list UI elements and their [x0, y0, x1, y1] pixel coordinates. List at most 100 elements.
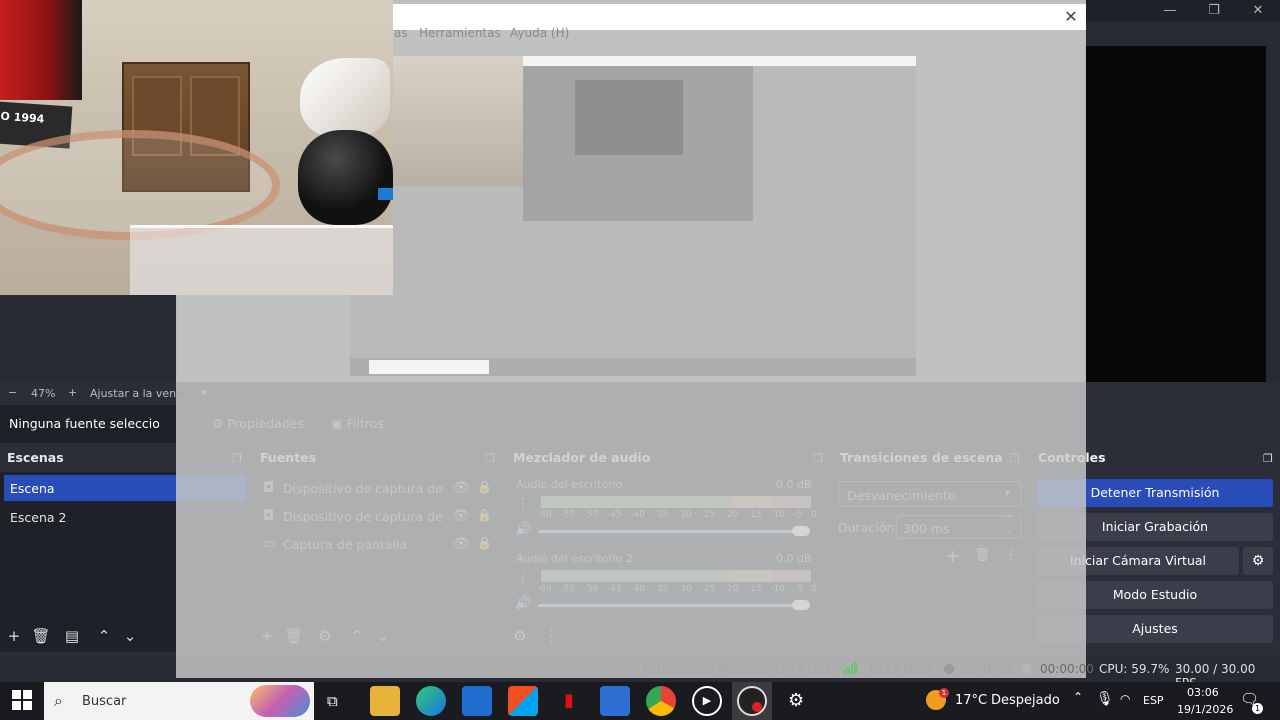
zoom-in-button[interactable]: + — [68, 386, 77, 399]
task-view-icon[interactable]: ⧉ — [327, 692, 338, 710]
scene-item[interactable]: Escena 2 — [4, 504, 176, 530]
chevron-up-icon[interactable]: ⌃ — [1073, 690, 1083, 704]
dialog-menu-partial[interactable]: as — [394, 26, 408, 44]
scale-tick: -55 — [560, 584, 576, 594]
edge-icon[interactable] — [416, 686, 446, 716]
webcam-blue-object — [378, 188, 393, 200]
preview-canvas[interactable] — [1086, 46, 1266, 384]
transition-select[interactable]: Desvanecimiento ▾ — [838, 481, 1021, 507]
chrome-icon[interactable] — [646, 686, 676, 716]
scene-filters-icon[interactable]: ▤ — [62, 626, 82, 646]
volume-slider[interactable] — [538, 530, 806, 533]
transition-menu-icon[interactable]: ⋮ — [1004, 547, 1018, 563]
mixer-menu-icon[interactable]: ⋮ — [542, 626, 562, 646]
move-source-down-icon[interactable]: ⌄ — [373, 626, 393, 646]
source-item[interactable]: Captura de pantalla — [283, 537, 407, 552]
remove-transition-icon[interactable]: 🗑 — [974, 548, 991, 563]
move-scene-up-icon[interactable]: ⌃ — [94, 626, 114, 646]
scene-item[interactable]: Escena — [4, 475, 246, 501]
add-transition-icon[interactable]: + — [945, 546, 960, 567]
microphone-icon[interactable]: 🎙 — [1096, 691, 1114, 707]
language-indicator[interactable]: ESP — [1143, 694, 1164, 707]
mixer-advanced-icon[interactable]: ⚙ — [510, 626, 530, 646]
add-source-icon[interactable]: + — [257, 626, 277, 646]
dialog-menu-tools[interactable]: Herramientas — [419, 26, 501, 44]
speaker-icon[interactable]: 🔊 — [515, 596, 531, 611]
clock-date[interactable]: 19/1/2026 — [1177, 703, 1233, 716]
visibility-eye-icon[interactable]: 👁 — [452, 480, 470, 496]
minimize-button[interactable]: — — [1148, 0, 1192, 20]
stop-streaming-button[interactable]: Detener Transmisión — [1037, 479, 1273, 507]
fit-dropdown-chevron-icon[interactable]: ▾ — [201, 386, 207, 399]
filters-button[interactable]: ▣ Filtros — [331, 416, 384, 431]
document-icon[interactable] — [600, 686, 630, 716]
webcam-video: O 1994 — [0, 0, 393, 295]
virtual-camera-settings-icon[interactable]: ⚙ — [1243, 547, 1273, 575]
settings-button[interactable]: Ajustes — [1037, 615, 1273, 643]
remove-source-icon[interactable]: 🗑 — [284, 626, 304, 646]
stream-status-icon — [944, 664, 954, 674]
windows-start-icon[interactable] — [12, 690, 32, 710]
remove-scene-icon[interactable]: 🗑 — [31, 626, 51, 646]
settings-gear-icon[interactable]: ⚙ — [788, 690, 804, 711]
start-recording-button[interactable]: Iniciar Grabación — [1037, 513, 1273, 541]
lock-icon[interactable]: 🔒 — [477, 508, 492, 522]
taskbar-search[interactable]: ⌕ Buscar — [44, 682, 314, 720]
scale-tick: -15 — [746, 584, 762, 594]
dropped-frames: Fotogramas Perdidos 1947 (2.3%) — [643, 662, 847, 676]
volume-slider-handle[interactable] — [792, 600, 810, 610]
source-item[interactable]: Dispositivo de captura de video — [283, 481, 445, 496]
lock-icon[interactable]: 🔒 — [477, 536, 492, 550]
move-scene-down-icon[interactable]: ⌄ — [120, 626, 140, 646]
transitions-header: Transiciones de escena — [840, 450, 1003, 465]
stepper-down-icon[interactable]: ⌄ — [1005, 525, 1013, 535]
speaker-icon[interactable]: 🔊 — [515, 522, 531, 537]
mixer-options-icon[interactable]: ⋮ — [516, 496, 530, 512]
mixer-undock-icon[interactable]: ❐ — [813, 452, 823, 465]
signal-bar — [846, 667, 850, 674]
mixer-options-icon[interactable]: ⋮ — [516, 570, 530, 586]
controls-undock-icon[interactable]: ❐ — [1263, 452, 1273, 465]
mixer-track-db: 0.0 dB — [776, 552, 812, 565]
bitrate: 8217 kbps — [869, 662, 932, 676]
weather-temp[interactable]: 17°C — [955, 693, 987, 708]
notification-count: 1 — [1252, 703, 1263, 714]
file-explorer-icon[interactable] — [370, 686, 400, 716]
media-player-icon[interactable]: ▶ — [692, 686, 722, 716]
dialog-close-button[interactable]: ✕ — [1062, 8, 1080, 26]
signal-bars-icon — [843, 662, 857, 674]
transitions-undock-icon[interactable]: ❐ — [1010, 452, 1020, 465]
scale-tick: -35 — [653, 510, 669, 520]
visibility-eye-icon[interactable]: 👁 — [452, 536, 470, 552]
source-properties-icon[interactable]: ⚙ — [315, 626, 335, 646]
volume-slider[interactable] — [538, 604, 806, 607]
studio-mode-button[interactable]: Modo Estudio — [1037, 581, 1273, 609]
nested-search — [369, 360, 489, 374]
stepper-up-icon[interactable]: ⌃ — [1005, 515, 1013, 525]
outlook-icon[interactable] — [462, 686, 492, 716]
wifi-icon[interactable]: ◠ — [1120, 692, 1130, 706]
close-window-button[interactable]: ✕ — [1236, 0, 1280, 20]
source-item[interactable]: Dispositivo de captura de video — [283, 509, 445, 524]
lock-icon[interactable]: 🔒 — [477, 480, 492, 494]
zoom-out-button[interactable]: − — [8, 386, 17, 399]
duration-input[interactable]: 300 ms ⌃ ⌄ — [896, 515, 1021, 539]
volume-slider-handle[interactable] — [792, 526, 810, 536]
preview-toolbar-bg — [1086, 382, 1280, 404]
fit-to-window[interactable]: Ajustar a la ventana — [90, 387, 176, 400]
sources-undock-icon[interactable]: ❐ — [485, 452, 495, 465]
store-icon[interactable] — [508, 686, 538, 716]
red-app-icon[interactable]: ▮ — [554, 686, 584, 716]
move-source-up-icon[interactable]: ⌃ — [347, 626, 367, 646]
dialog-menu-help[interactable]: Ayuda (H) — [510, 26, 569, 44]
properties-button[interactable]: ⚙ Propiedades — [212, 416, 304, 431]
scenes-undock-icon[interactable]: ❐ — [232, 452, 242, 465]
visibility-eye-icon[interactable]: 👁 — [452, 508, 470, 524]
weather-desc[interactable]: Despejado — [991, 693, 1060, 708]
obs-icon[interactable] — [737, 686, 767, 716]
start-virtual-camera-button[interactable]: Iniciar Cámara Virtual — [1037, 547, 1239, 575]
restore-button[interactable]: ❐ — [1192, 0, 1236, 20]
clock-time[interactable]: 03:06 — [1187, 686, 1219, 699]
add-scene-icon[interactable]: + — [4, 626, 24, 646]
nested-webcam — [393, 56, 523, 186]
